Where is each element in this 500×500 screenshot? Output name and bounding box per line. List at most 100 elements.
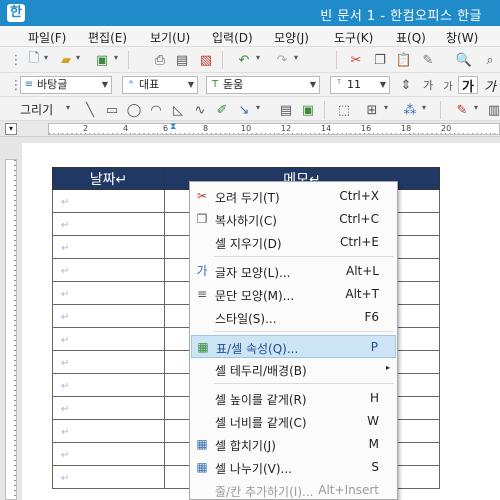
toolbar-separator [336, 51, 337, 69]
context-menu-item[interactable]: 가 글자 모양(L)... Alt+L [191, 260, 396, 283]
copy-icon[interactable]: ❐ [370, 51, 390, 69]
menu-file[interactable]: 파일(F) [28, 29, 66, 46]
curve-tool-icon[interactable]: ∿ [190, 101, 210, 119]
date-cell[interactable]: ↵ [52, 304, 165, 328]
line-tool-icon[interactable]: ╲ [80, 101, 100, 119]
align-object-icon[interactable]: ⊞ [362, 101, 382, 119]
context-menu-item[interactable]: ▦ 표/셀 속성(Q)... P [191, 335, 396, 358]
menu-format[interactable]: 모양(J) [274, 29, 309, 46]
context-menu-item[interactable]: ≡ 문단 모양(M)... Alt+T [191, 283, 396, 306]
print-icon[interactable]: ⎙ [150, 51, 170, 69]
date-cell[interactable]: ↵ [52, 258, 165, 282]
context-menu-item[interactable]: 줄/칸 추가하기(I)... Alt+Insert [191, 479, 396, 500]
font-size-combo[interactable]: ᵀ 11 ▼ [330, 76, 390, 94]
date-cell[interactable]: ↵ [52, 396, 165, 420]
menu-separator [214, 331, 394, 332]
find-replace-icon[interactable]: ⌕ [480, 51, 500, 69]
arc-tool-icon[interactable]: ◠ [146, 101, 166, 119]
chevron-down-icon[interactable]: ▾ [114, 53, 118, 62]
menu-insert[interactable]: 입력(D) [212, 29, 253, 46]
textbox-tool-icon[interactable]: ▤ [276, 101, 296, 119]
pdf-icon[interactable]: ▧ [196, 51, 216, 69]
context-menu-item[interactable]: ▦ 셀 나누기(V)... S [191, 456, 396, 479]
ruler-toggle-icon[interactable]: ▾ [5, 123, 17, 135]
chevron-down-icon[interactable]: ▾ [422, 103, 426, 112]
date-cell[interactable]: ↵ [52, 442, 165, 466]
chevron-down-icon[interactable]: ▼ [188, 77, 194, 93]
paragraph-mark: ↵ [61, 288, 70, 300]
format-painter-icon[interactable]: ✎ [418, 51, 438, 69]
date-cell[interactable]: ↵ [52, 212, 165, 236]
save-icon[interactable]: ▣ [92, 51, 112, 69]
paste-icon[interactable]: 📋 [394, 51, 414, 69]
italic-icon[interactable]: 가 [480, 76, 500, 95]
context-menu-item[interactable]: 셀 지우기(D) Ctrl+E [191, 231, 396, 254]
horizontal-ruler[interactable]: 2 4 6 8 10 12 14 16 18 20 [48, 123, 500, 135]
header-date-label: 날짜↵ [89, 171, 128, 188]
context-menu-label: 셀 높이를 같게(R) [215, 393, 307, 407]
select-object-icon[interactable]: ⬚ [334, 101, 354, 119]
grow-font-icon[interactable]: 가 [418, 76, 438, 94]
date-cell[interactable]: ↵ [52, 350, 165, 374]
spin-up-down-icon[interactable]: ⇕ [396, 76, 416, 94]
pen-tool-icon[interactable]: ✐ [212, 101, 232, 119]
draw-label[interactable]: 그리기 [20, 101, 53, 118]
menu-table[interactable]: 표(Q) [396, 29, 426, 46]
polygon-tool-icon[interactable]: ◺ [168, 101, 188, 119]
new-doc-icon[interactable]: 🗋 [24, 51, 44, 69]
date-cell[interactable]: ↵ [52, 281, 165, 305]
format-toolbar: ⋮ ≡ 바탕글 ▼ ᵃ 대표 ▼ T 돋움 ▼ ᵀ 11 ▼ ⇕ 가 가 가 가 [0, 73, 500, 97]
context-menu-shortcut: Ctrl+C [339, 212, 379, 226]
indent-marker-icon[interactable]: ⧗ [170, 122, 179, 135]
chevron-down-icon[interactable]: ▾ [294, 53, 298, 62]
hwp-app-icon[interactable]: 한 [7, 4, 25, 22]
chevron-down-icon[interactable]: ▾ [44, 53, 48, 62]
menu-tools[interactable]: 도구(K) [334, 29, 373, 46]
line-color-icon[interactable]: ✎ [452, 101, 472, 119]
chevron-down-icon[interactable]: ▾ [256, 103, 260, 112]
open-folder-icon[interactable]: ▰ [56, 51, 76, 69]
chevron-down-icon[interactable]: ▾ [384, 103, 388, 112]
menu-view[interactable]: 보기(U) [150, 29, 190, 46]
font-combo[interactable]: T 돋움 ▼ [206, 76, 320, 94]
vertical-ruler[interactable] [5, 159, 17, 500]
undo-icon[interactable]: ↶ [234, 51, 254, 69]
language-combo[interactable]: ᵃ 대표 ▼ [122, 76, 198, 94]
date-cell[interactable]: ↵ [52, 189, 165, 213]
shrink-font-icon[interactable]: 가 [438, 76, 458, 94]
context-menu-item[interactable]: ✂ 오려 두기(T) Ctrl+X [191, 185, 396, 208]
date-cell[interactable]: ↵ [52, 419, 165, 443]
context-menu-item[interactable]: 셀 테두리/배경(B) ▸ [191, 358, 396, 381]
date-cell[interactable]: ↵ [52, 327, 165, 351]
context-menu-item[interactable]: 스타일(S)... F6 [191, 306, 396, 329]
context-menu-item[interactable]: ❐ 복사하기(C) Ctrl+C [191, 208, 396, 231]
rectangle-tool-icon[interactable]: ▭ [102, 101, 122, 119]
chevron-down-icon[interactable]: ▾ [66, 103, 70, 112]
group-object-icon[interactable]: ⁂ [400, 101, 420, 119]
context-menu-item[interactable]: 셀 높이를 같게(R) H [191, 387, 396, 410]
image-tool-icon[interactable]: ▣ [298, 101, 318, 119]
bold-icon[interactable]: 가 [458, 76, 478, 95]
chevron-down-icon[interactable]: ▼ [310, 77, 316, 93]
chevron-down-icon[interactable]: ▼ [102, 77, 108, 93]
find-icon[interactable]: 🔍 [454, 51, 474, 69]
fill-color-icon[interactable]: ▥ [484, 101, 500, 119]
redo-icon[interactable]: ↷ [272, 51, 292, 69]
header-cell-date[interactable]: 날짜↵ [52, 167, 165, 190]
style-combo[interactable]: ≡ 바탕글 ▼ [20, 76, 112, 94]
context-menu-item[interactable]: ▦ 셀 합치기(J) M [191, 433, 396, 456]
chevron-down-icon[interactable]: ▾ [474, 103, 478, 112]
ellipse-tool-icon[interactable]: ◯ [124, 101, 144, 119]
menu-edit[interactable]: 편집(E) [88, 29, 127, 46]
print-preview-icon[interactable]: ▤ [172, 51, 192, 69]
menu-window[interactable]: 창(W) [446, 29, 478, 46]
context-menu-item[interactable]: 셀 너비를 같게(C) W [191, 410, 396, 433]
date-cell[interactable]: ↵ [52, 465, 165, 489]
chevron-down-icon[interactable]: ▾ [256, 53, 260, 62]
chevron-down-icon[interactable]: ▾ [76, 53, 80, 62]
date-cell[interactable]: ↵ [52, 235, 165, 259]
connector-tool-icon[interactable]: ↘ [234, 101, 254, 119]
date-cell[interactable]: ↵ [52, 373, 165, 397]
cut-icon[interactable]: ✂ [346, 51, 366, 69]
chevron-down-icon[interactable]: ▼ [380, 77, 386, 93]
